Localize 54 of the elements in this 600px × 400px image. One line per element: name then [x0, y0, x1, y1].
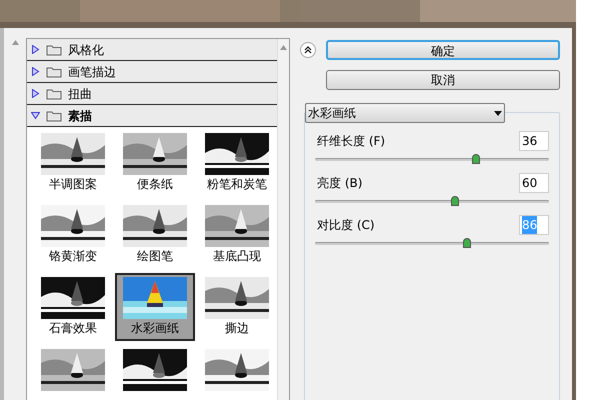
parameter-label: 亮度 (B)	[317, 175, 362, 192]
scroll-up-icon[interactable]	[280, 45, 287, 50]
down-triangle-icon[interactable]	[31, 111, 40, 120]
filter-dropdown[interactable]: 水彩画纸	[305, 103, 505, 123]
parameter-label: 对比度 (C)	[317, 217, 375, 234]
right-triangle-icon[interactable]	[31, 45, 40, 54]
slider[interactable]	[315, 153, 549, 165]
filter-label: 粉笔和炭笔	[207, 176, 267, 193]
right-triangle-icon[interactable]	[31, 89, 40, 98]
collapse-icon[interactable]	[300, 42, 316, 58]
filter-label: 半调图案	[49, 176, 97, 193]
parameter-label: 纤维长度 (F)	[317, 133, 386, 150]
category-label: 扭曲	[68, 86, 92, 102]
filter-label: 撕边	[225, 320, 249, 337]
value-text: 36	[522, 133, 538, 150]
folder-icon	[46, 44, 62, 56]
filter-thumbnail[interactable]: 石膏效果	[33, 273, 113, 341]
slider[interactable]	[315, 195, 549, 207]
category-label: 画笔描边	[68, 64, 116, 80]
filter-label: 水彩画纸	[131, 320, 179, 337]
slider-thumb[interactable]	[463, 238, 472, 248]
filter-thumbnail[interactable]: 水彩画纸	[115, 273, 195, 341]
dialog-button[interactable]: 取消	[326, 70, 560, 90]
filter-thumbnail[interactable]: 便条纸	[115, 129, 195, 197]
filter-thumbnail[interactable]: 绘图笔	[115, 201, 195, 269]
filter-label: 便条纸	[137, 176, 173, 193]
filter-thumbnail[interactable]: 粉笔和炭笔	[197, 129, 277, 197]
filter-thumbnail[interactable]: 铬黄渐变	[33, 201, 113, 269]
filter-label: 绘图笔	[137, 248, 173, 265]
category-label: 素描	[68, 108, 92, 124]
category-label: 风格化	[68, 42, 104, 58]
right-triangle-icon[interactable]	[31, 67, 40, 76]
slider-thumb[interactable]	[472, 154, 480, 164]
filter-thumbnail[interactable]: 基底凸现	[197, 201, 277, 269]
value-text: 60	[522, 175, 538, 192]
category-row[interactable]: 画笔描边	[27, 61, 277, 83]
filter-label: 铬黄渐变	[49, 248, 97, 265]
category-row[interactable]: 风格化	[27, 39, 277, 61]
filter-label: 基底凸现	[213, 248, 261, 265]
value-text: 86	[522, 216, 538, 234]
folder-icon	[46, 110, 62, 122]
category-row[interactable]: 扭曲	[27, 83, 277, 105]
slider[interactable]	[315, 237, 549, 249]
dialog-button[interactable]: 确定	[326, 40, 560, 60]
filter-label: 石膏效果	[49, 320, 97, 337]
value-field[interactable]: 60	[519, 173, 549, 193]
filter-thumbnail[interactable]: 撕边	[197, 273, 277, 341]
value-field[interactable]: 36	[519, 131, 549, 151]
slider-thumb[interactable]	[451, 196, 460, 206]
category-row[interactable]: 素描	[27, 105, 277, 127]
filter-thumbnail[interactable]: 半调图案	[33, 129, 113, 197]
dropdown-caret-icon	[494, 110, 502, 116]
folder-icon	[46, 88, 62, 100]
folder-icon	[46, 66, 62, 78]
